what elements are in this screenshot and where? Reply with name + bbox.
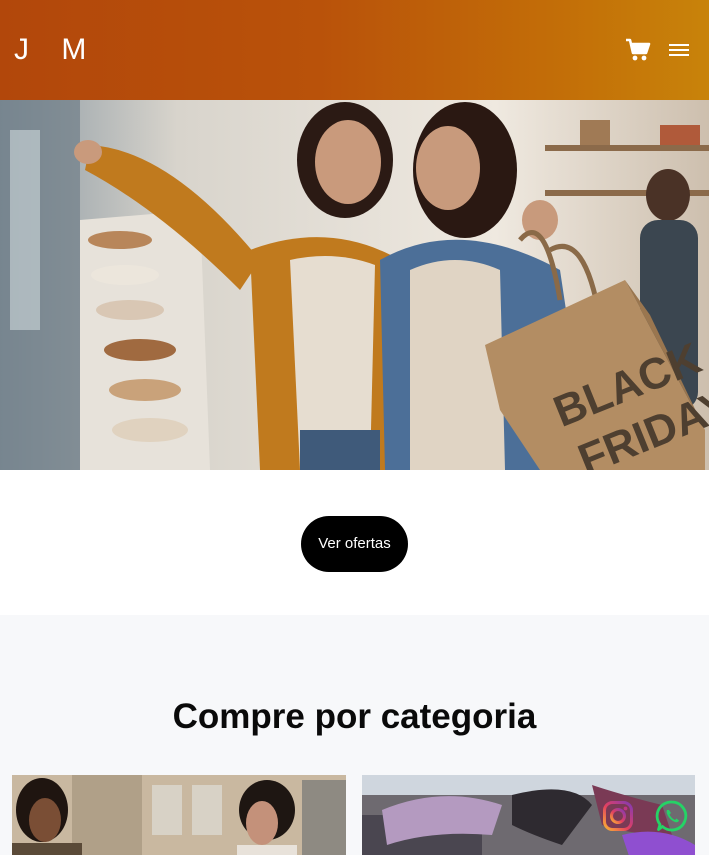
view-offers-button[interactable]: Ver ofertas xyxy=(301,515,408,572)
instagram-icon xyxy=(603,801,633,831)
hamburger-menu-icon xyxy=(669,44,689,56)
category-card-image xyxy=(362,775,695,855)
instagram-link[interactable] xyxy=(602,800,634,832)
header-actions xyxy=(625,38,689,62)
category-section-title: Compre por categoria xyxy=(172,697,537,736)
category-card-image xyxy=(12,775,346,855)
site-header: J M xyxy=(0,0,709,100)
brand-logo[interactable]: J M xyxy=(14,35,98,65)
shopping-cart-icon xyxy=(626,38,651,61)
cta-section: Ver ofertas xyxy=(0,470,709,615)
hero-illustration: BLACK FRIDAY xyxy=(0,100,709,470)
cart-button[interactable] xyxy=(625,38,651,62)
hero-banner-image: BLACK FRIDAY xyxy=(0,100,709,470)
menu-button[interactable] xyxy=(669,42,689,58)
whatsapp-link[interactable] xyxy=(655,799,689,833)
whatsapp-icon xyxy=(655,800,688,832)
category-card-sport[interactable] xyxy=(362,775,695,855)
category-card-men[interactable] xyxy=(12,775,346,855)
